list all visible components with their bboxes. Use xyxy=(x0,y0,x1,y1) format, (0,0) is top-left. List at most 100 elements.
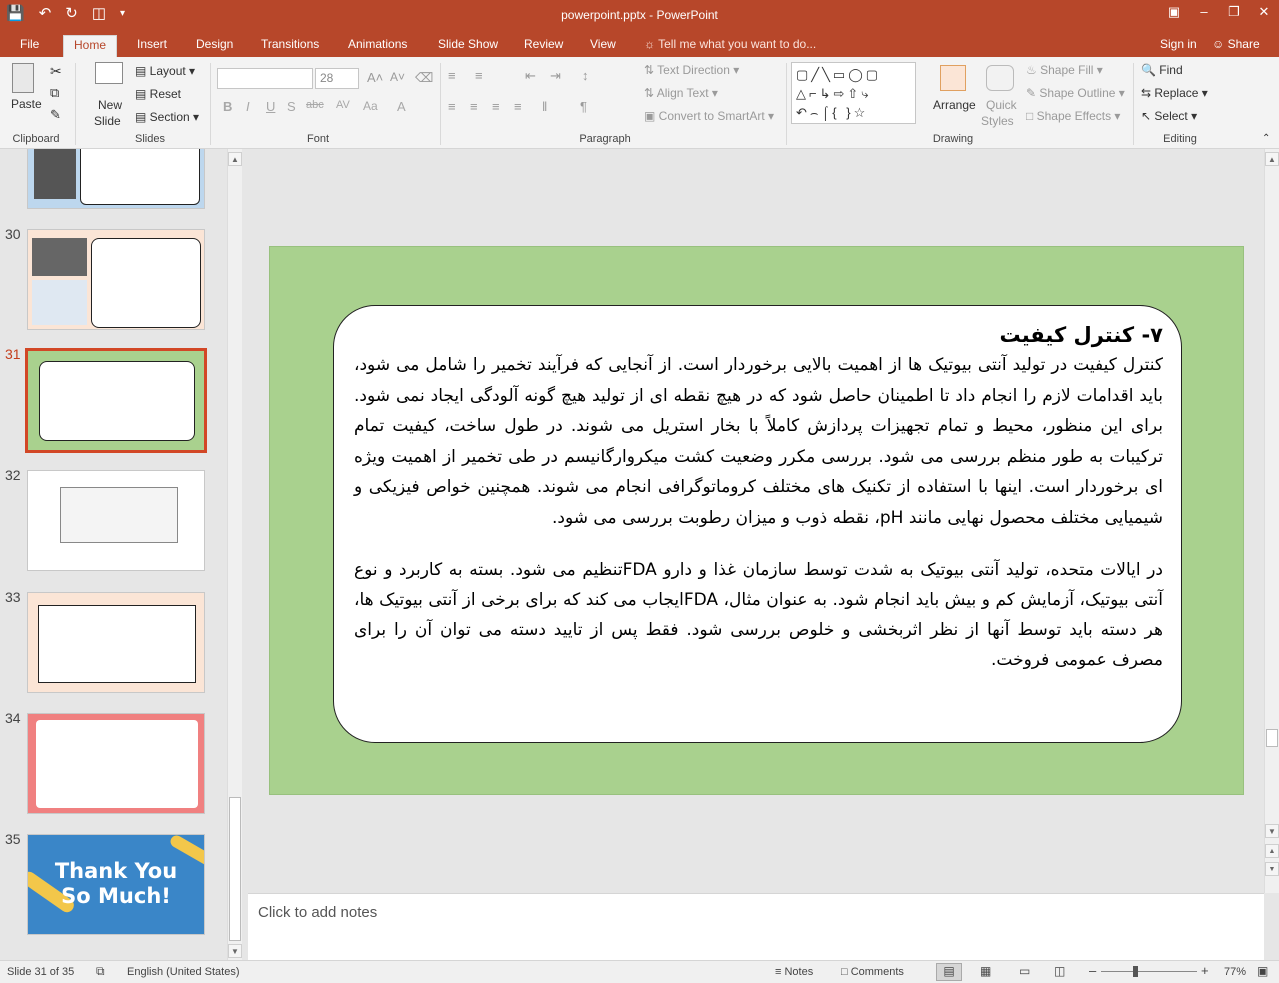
scroll-thumb[interactable] xyxy=(1266,729,1278,747)
tab-file[interactable]: File xyxy=(10,35,49,57)
cut-icon[interactable]: ✂ xyxy=(50,63,62,80)
paste-button[interactable]: Paste xyxy=(11,97,42,111)
new-slide-button-line2[interactable]: Slide xyxy=(94,114,121,128)
convert-smartart-button[interactable]: ▣ Convert to SmartArt ▾ xyxy=(644,109,774,123)
bullets-icon[interactable]: ≡ xyxy=(448,68,456,83)
normal-view-icon[interactable]: ▤ xyxy=(936,963,962,981)
zoom-slider-thumb[interactable] xyxy=(1133,966,1138,977)
select-button[interactable]: ↖ Select ▾ xyxy=(1141,109,1197,123)
line-spacing-icon[interactable]: ↕ xyxy=(582,68,589,83)
content-textbox[interactable]: ۷- کنترل کیفیت کنترل کیفیت در تولید آنتی… xyxy=(333,305,1182,743)
tab-review[interactable]: Review xyxy=(514,35,573,57)
collapse-ribbon-icon[interactable]: ⌃ xyxy=(1262,133,1270,144)
slide-canvas[interactable]: ۷- کنترل کیفیت کنترل کیفیت در تولید آنتی… xyxy=(269,246,1244,795)
tab-view[interactable]: View xyxy=(580,35,626,57)
shapes-gallery[interactable]: ▢╱╲▭◯▢ △⌐↳⇨⇧⤷ ↶⌢⌠{ }☆ xyxy=(791,62,916,124)
paste-icon[interactable] xyxy=(12,63,34,93)
slide-thumbnail[interactable] xyxy=(27,149,205,209)
slide-thumbnail-35[interactable]: Thank You So Much! xyxy=(27,834,205,935)
previous-slide-icon[interactable]: ▲ xyxy=(1265,844,1279,858)
ribbon-display-options-icon[interactable]: ▣ xyxy=(1159,0,1189,26)
shape-fill-button[interactable]: ♨ Shape Fill ▾ xyxy=(1026,63,1103,77)
decrease-indent-icon[interactable]: ⇤ xyxy=(525,68,536,84)
copy-icon[interactable]: ⧉ xyxy=(50,85,59,101)
scroll-up-icon[interactable]: ▲ xyxy=(1265,152,1279,166)
zoom-out-icon[interactable]: – xyxy=(1089,963,1096,978)
scroll-down-icon[interactable]: ▼ xyxy=(228,944,242,958)
reset-button[interactable]: ▤ Reset xyxy=(135,87,181,101)
find-button[interactable]: 🔍 Find xyxy=(1141,63,1183,77)
align-left-icon[interactable]: ≡ xyxy=(448,99,456,114)
increase-indent-icon[interactable]: ⇥ xyxy=(550,68,561,84)
layout-button[interactable]: ▤ Layout ▾ xyxy=(135,64,195,78)
clear-formatting-icon[interactable]: ⌫ xyxy=(415,70,433,86)
align-center-icon[interactable]: ≡ xyxy=(470,99,478,114)
change-case-icon[interactable]: Aa xyxy=(363,99,378,113)
tab-home[interactable]: Home xyxy=(63,35,118,57)
justify-icon[interactable]: ≡ xyxy=(514,99,522,114)
slide-sorter-icon[interactable]: ▦ xyxy=(980,964,991,978)
zoom-level[interactable]: 77% xyxy=(1224,966,1246,978)
language-indicator[interactable]: English (United States) xyxy=(127,966,240,978)
scroll-up-icon[interactable]: ▲ xyxy=(228,152,242,166)
slide-scrollbar[interactable]: ▲ ▼ ▲ ▼ xyxy=(1264,149,1279,893)
tab-design[interactable]: Design xyxy=(186,35,243,57)
font-color-icon[interactable]: A xyxy=(397,99,406,114)
rtl-direction-icon[interactable]: ¶ xyxy=(580,99,587,114)
tab-slide-show[interactable]: Slide Show xyxy=(428,35,508,57)
slide-thumbnail-31[interactable] xyxy=(25,348,207,453)
quick-styles-icon[interactable] xyxy=(986,65,1014,91)
reading-view-icon[interactable]: ▭ xyxy=(1019,964,1030,978)
new-slide-button-line1[interactable]: New xyxy=(98,98,122,112)
close-icon[interactable]: ✕ xyxy=(1249,0,1279,26)
tab-insert[interactable]: Insert xyxy=(127,35,177,57)
replace-button[interactable]: ⇆ Replace ▾ xyxy=(1141,86,1208,100)
quick-styles-button-line1[interactable]: Quick xyxy=(986,98,1017,112)
grow-font-icon[interactable]: A˄ xyxy=(367,70,383,85)
share-button[interactable]: ☺ Share xyxy=(1212,37,1260,51)
arrange-icon[interactable] xyxy=(940,65,966,91)
sign-in-link[interactable]: Sign in xyxy=(1160,37,1197,51)
underline-icon[interactable]: U xyxy=(266,99,275,114)
fit-to-window-icon[interactable]: ▣ xyxy=(1257,964,1268,978)
strikethrough-icon[interactable]: abc xyxy=(306,99,324,111)
notes-toggle[interactable]: ≡ Notes xyxy=(775,966,813,978)
next-slide-icon[interactable]: ▼ xyxy=(1265,862,1279,876)
quick-styles-button-line2[interactable]: Styles xyxy=(981,114,1014,128)
slideshow-view-icon[interactable]: ◫ xyxy=(1054,964,1065,978)
section-button[interactable]: ▤ Section ▾ xyxy=(135,110,199,124)
zoom-slider[interactable] xyxy=(1101,971,1197,972)
slide-thumbnail-33[interactable] xyxy=(27,592,205,693)
tab-transitions[interactable]: Transitions xyxy=(251,35,329,57)
thumbnail-scrollbar[interactable]: ▲ ▼ xyxy=(227,149,242,960)
slide-thumbnail-34[interactable] xyxy=(27,713,205,814)
text-direction-button[interactable]: ⇅ Text Direction ▾ xyxy=(644,63,739,77)
notes-placeholder[interactable]: Click to add notes xyxy=(258,904,377,921)
shape-outline-button[interactable]: ✎ Shape Outline ▾ xyxy=(1026,86,1125,100)
spell-check-icon[interactable]: ⧉ xyxy=(96,964,105,979)
scroll-thumb[interactable] xyxy=(229,797,241,941)
slide-thumbnail-30[interactable] xyxy=(27,229,205,330)
shape-effects-button[interactable]: □ Shape Effects ▾ xyxy=(1026,109,1120,123)
slide-thumbnail-32[interactable] xyxy=(27,470,205,571)
tab-animations[interactable]: Animations xyxy=(338,35,417,57)
numbering-icon[interactable]: ≡ xyxy=(475,68,483,83)
align-text-button[interactable]: ⇅ Align Text ▾ xyxy=(644,86,718,100)
bold-icon[interactable]: B xyxy=(223,99,232,114)
font-size-field[interactable]: 28 xyxy=(315,68,359,89)
new-slide-icon[interactable] xyxy=(95,62,123,84)
arrange-button[interactable]: Arrange xyxy=(933,98,976,112)
font-name-field[interactable] xyxy=(217,68,313,89)
zoom-in-icon[interactable]: + xyxy=(1201,963,1209,978)
restore-icon[interactable]: ❐ xyxy=(1219,0,1249,26)
shrink-font-icon[interactable]: A˅ xyxy=(390,70,405,84)
format-painter-icon[interactable]: ✎ xyxy=(50,107,61,123)
italic-icon[interactable]: I xyxy=(246,99,250,114)
tell-me-search[interactable]: ☼ Tell me what you want to do... xyxy=(644,37,816,51)
scroll-down-icon[interactable]: ▼ xyxy=(1265,824,1279,838)
align-right-icon[interactable]: ≡ xyxy=(492,99,500,114)
minimize-icon[interactable]: – xyxy=(1189,0,1219,26)
columns-icon[interactable]: ‖ xyxy=(542,99,547,114)
shadow-icon[interactable]: S xyxy=(287,99,296,114)
character-spacing-icon[interactable]: AV xyxy=(336,99,350,111)
